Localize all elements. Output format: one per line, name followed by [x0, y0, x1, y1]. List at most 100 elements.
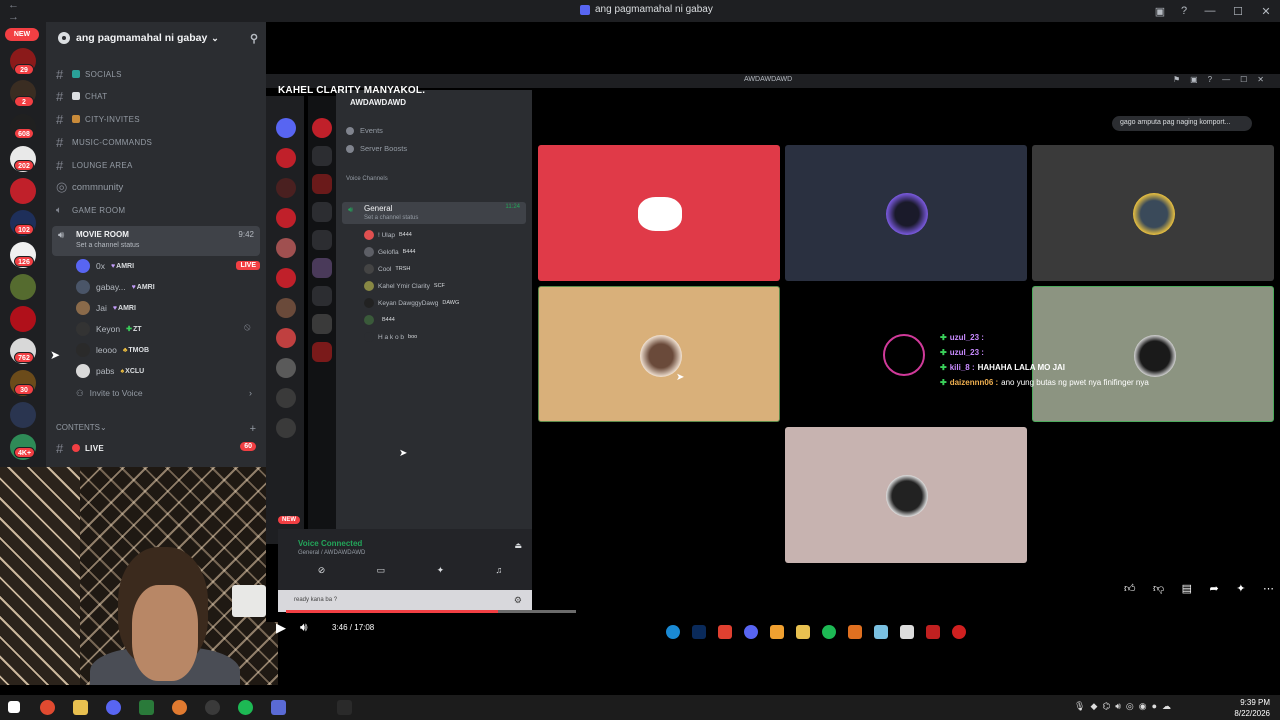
- voice-user[interactable]: Cool TRSH: [364, 264, 410, 274]
- channel-game-room[interactable]: 🔈︎ GAME ROOM: [56, 200, 261, 220]
- voice-user[interactable]: H a k o b boo: [364, 332, 417, 342]
- server-icon[interactable]: [276, 208, 296, 228]
- disconnect-icon[interactable]: ⏏: [514, 541, 522, 550]
- spotify-icon[interactable]: [822, 625, 836, 639]
- server-icon[interactable]: [276, 118, 296, 138]
- tray-app-icon[interactable]: ●: [1152, 701, 1157, 712]
- server-icon[interactable]: [10, 306, 36, 332]
- server-icon[interactable]: [312, 174, 332, 194]
- channel-lounge-area[interactable]: # LOUNGE AREA: [56, 155, 261, 175]
- app-icon[interactable]: [952, 625, 966, 639]
- app-icon[interactable]: [139, 700, 154, 715]
- video-tile[interactable]: [785, 427, 1027, 563]
- voice-user[interactable]: Gelofla B444: [364, 247, 415, 257]
- volume-icon[interactable]: 🔊︎: [1115, 701, 1121, 712]
- tray-app-icon[interactable]: ◎: [1126, 701, 1134, 712]
- add-channel-icon[interactable]: +: [250, 423, 256, 435]
- photoshop-icon[interactable]: [692, 625, 706, 639]
- voice-category[interactable]: Voice Channels: [346, 176, 388, 182]
- app-icon[interactable]: [337, 700, 352, 715]
- app-icon[interactable]: [874, 625, 888, 639]
- voice-user[interactable]: ! Ulap B444: [364, 230, 412, 240]
- brave-icon[interactable]: [718, 625, 732, 639]
- server-icon[interactable]: [276, 328, 296, 348]
- voice-user[interactable]: leooo ♣TMOB: [76, 341, 256, 359]
- voice-channel-general[interactable]: 🔊︎ General Set a channel status 11:24: [342, 202, 526, 224]
- comment-icon[interactable]: ▤: [1182, 582, 1192, 595]
- screen-share-icon[interactable]: ▭: [377, 565, 386, 576]
- voice-user[interactable]: pabs ♠XCLU: [76, 362, 256, 380]
- network-icon[interactable]: ⌬: [1102, 701, 1110, 712]
- dislike-icon[interactable]: 👎︎: [1153, 582, 1164, 595]
- voice-user[interactable]: B444: [364, 315, 395, 325]
- like-icon[interactable]: 👍︎: [1124, 582, 1136, 595]
- chrome-icon[interactable]: [40, 700, 55, 715]
- channel-socials[interactable]: # SOCIALS: [56, 64, 261, 84]
- voice-user[interactable]: Keyan DawggyDawg DAWG: [364, 298, 459, 308]
- events-link[interactable]: Events: [346, 126, 383, 135]
- voice-user[interactable]: gabay... ♥AMRI: [76, 278, 256, 296]
- server-icon[interactable]: [276, 268, 296, 288]
- tray-app-icon[interactable]: ◉: [1139, 701, 1147, 712]
- mic-icon[interactable]: 🎙︎: [1074, 701, 1085, 712]
- video-tile[interactable]: [1032, 145, 1274, 281]
- help-icon[interactable]: ?: [1172, 5, 1196, 17]
- obs-icon[interactable]: [205, 700, 220, 715]
- server-header[interactable]: ang pagmamahal ni gabay ⌄ ⚲: [46, 22, 266, 54]
- voice-user[interactable]: Jai ♥AMRI: [76, 299, 256, 317]
- video-progress-track[interactable]: [286, 610, 576, 613]
- folder-icon[interactable]: [796, 625, 810, 639]
- discord-icon[interactable]: [106, 700, 121, 715]
- folder-icon[interactable]: [73, 700, 88, 715]
- history-nav[interactable]: ← →: [0, 0, 40, 23]
- chrome-icon[interactable]: [770, 625, 784, 639]
- add-member-icon[interactable]: ⚲: [250, 32, 258, 45]
- app-icon[interactable]: [271, 700, 286, 715]
- activities-icon[interactable]: ✦: [437, 565, 445, 576]
- play-icon[interactable]: ▶: [276, 620, 286, 636]
- voice-user[interactable]: 0x ♥AMRI: [76, 257, 256, 275]
- share-icon[interactable]: ➦: [1210, 582, 1219, 595]
- voice-user[interactable]: Kahel Ymir Clarity SCF: [364, 281, 445, 291]
- more-icon[interactable]: ⋯: [1263, 582, 1274, 595]
- maximize-button[interactable]: ☐: [1224, 5, 1252, 18]
- video-tile[interactable]: [538, 145, 780, 281]
- boosts-link[interactable]: Server Boosts: [346, 144, 407, 153]
- server-icon[interactable]: [276, 358, 296, 378]
- app-icon[interactable]: [848, 625, 862, 639]
- server-icon[interactable]: [312, 146, 332, 166]
- system-clock[interactable]: 9:39 PM 8/22/2026: [1234, 697, 1270, 719]
- server-icon[interactable]: [312, 314, 332, 334]
- discord-icon[interactable]: [744, 625, 758, 639]
- app-icon[interactable]: [926, 625, 940, 639]
- server-icon[interactable]: [312, 258, 332, 278]
- channel-status[interactable]: Set a channel status: [76, 242, 139, 249]
- notification-toast[interactable]: gago amputa pag naging komport...: [1112, 116, 1252, 131]
- voice-channel-movie-room[interactable]: 🔊︎ MOVIE ROOM Set a channel status 9:42: [52, 226, 260, 256]
- server-icon[interactable]: [312, 230, 332, 250]
- minimize-button[interactable]: —: [1196, 5, 1224, 17]
- windows-start-icon[interactable]: [8, 701, 20, 713]
- inner-server-name[interactable]: AWDAWDAWD: [350, 98, 406, 107]
- soundboard-icon[interactable]: ♫: [496, 565, 503, 576]
- camera-off-icon[interactable]: ⊘: [318, 565, 326, 576]
- server-icon[interactable]: [10, 274, 36, 300]
- wifi-icon[interactable]: ☁: [1162, 701, 1171, 712]
- server-icon[interactable]: [276, 178, 296, 198]
- server-icon[interactable]: [10, 178, 36, 204]
- server-icon[interactable]: [276, 238, 296, 258]
- add-server-icon[interactable]: [276, 388, 296, 408]
- video-tile[interactable]: [785, 145, 1027, 281]
- video-tile[interactable]: [538, 286, 780, 422]
- inbox-icon[interactable]: ▣: [1148, 5, 1172, 18]
- server-icon[interactable]: [312, 202, 332, 222]
- settings-gear-icon[interactable]: ⚙: [514, 595, 522, 606]
- channel-city-invites[interactable]: # CITY-INVITES: [56, 109, 261, 129]
- voice-user[interactable]: Keyon ✚ZT: [76, 320, 256, 338]
- sparkle-icon[interactable]: ✦: [1236, 582, 1245, 595]
- tray-app-icon[interactable]: ◆: [1090, 701, 1097, 712]
- channel-live[interactable]: # LIVE: [56, 438, 261, 458]
- notepad-icon[interactable]: [900, 625, 914, 639]
- server-icon[interactable]: [276, 298, 296, 318]
- discover-icon[interactable]: [276, 418, 296, 438]
